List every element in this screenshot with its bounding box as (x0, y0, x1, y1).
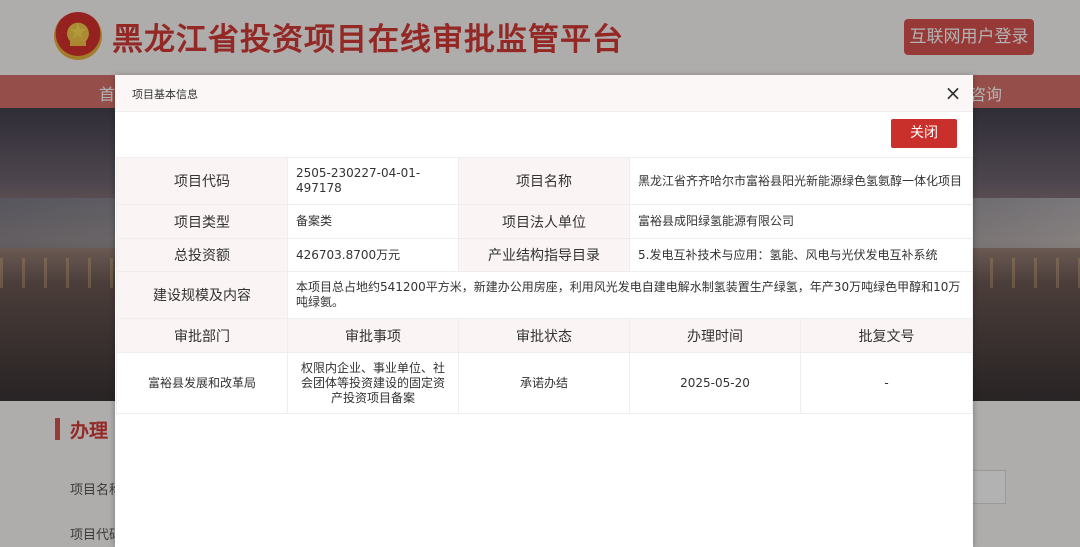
header-approval-item: 审批事项 (287, 318, 459, 353)
value-project-code: 2505-230227-04-01-497178 (287, 157, 459, 205)
approval-item: 权限内企业、事业单位、社会团体等投资建设的固定资产投资项目备案 (287, 352, 459, 414)
label-project-name: 项目名称 (458, 157, 630, 205)
approval-doc-no: - (799, 352, 974, 414)
approval-header-row: 审批部门 审批事项 审批状态 办理时间 批复文号 (116, 318, 974, 353)
label-construction-scale: 建设规模及内容 (116, 271, 288, 319)
close-icon[interactable]: × (941, 81, 965, 105)
handle-time: 2025-05-20 (629, 352, 801, 414)
header-approval-status: 审批状态 (458, 318, 630, 353)
label-industry-catalog: 产业结构指导目录 (458, 238, 630, 272)
value-industry-catalog: 5.发电互补技术与应用：氢能、风电与光伏发电互补系统 (628, 238, 974, 272)
close-button[interactable]: 关闭 (891, 119, 957, 148)
dialog-title: 项目基本信息 (132, 88, 198, 101)
label-project-type: 项目类型 (116, 204, 288, 239)
table-row: 富裕县发展和改革局 权限内企业、事业单位、社会团体等投资建设的固定资产投资项目备… (116, 352, 974, 414)
info-row-investment: 总投资额 426703.8700万元 产业结构指导目录 5.发电互补技术与应用：… (116, 238, 974, 272)
approval-dept: 富裕县发展和改革局 (116, 352, 288, 414)
project-info-dialog: 项目基本信息 × 关闭 项目代码 2505-230227-04-01-49717… (115, 75, 974, 547)
label-total-investment: 总投资额 (116, 238, 288, 272)
header-approval-dept: 审批部门 (116, 318, 288, 353)
value-construction-scale: 本项目总占地约541200平方米，新建办公用房座，利用风光发电自建电解水制氢装置… (286, 271, 974, 319)
dialog-header: 项目基本信息 × (115, 75, 973, 112)
info-row-type: 项目类型 备案类 项目法人单位 富裕县成阳绿氢能源有限公司 (116, 204, 974, 239)
approval-status: 承诺办结 (458, 352, 630, 414)
header-handle-time: 办理时间 (629, 318, 801, 353)
info-row-scale: 建设规模及内容 本项目总占地约541200平方米，新建办公用房座，利用风光发电自… (116, 271, 974, 319)
label-project-code: 项目代码 (116, 157, 288, 205)
project-info-table: 项目代码 2505-230227-04-01-497178 项目名称 黑龙江省齐… (116, 157, 974, 414)
value-total-investment: 426703.8700万元 (287, 238, 459, 272)
value-project-name: 黑龙江省齐齐哈尔市富裕县阳光新能源绿色氢氨醇一体化项目 (628, 157, 974, 205)
value-legal-entity: 富裕县成阳绿氢能源有限公司 (628, 204, 974, 239)
label-legal-entity: 项目法人单位 (458, 204, 630, 239)
header-approval-doc-no: 批复文号 (799, 318, 974, 353)
info-row-code: 项目代码 2505-230227-04-01-497178 项目名称 黑龙江省齐… (116, 157, 974, 205)
value-project-type: 备案类 (287, 204, 459, 239)
